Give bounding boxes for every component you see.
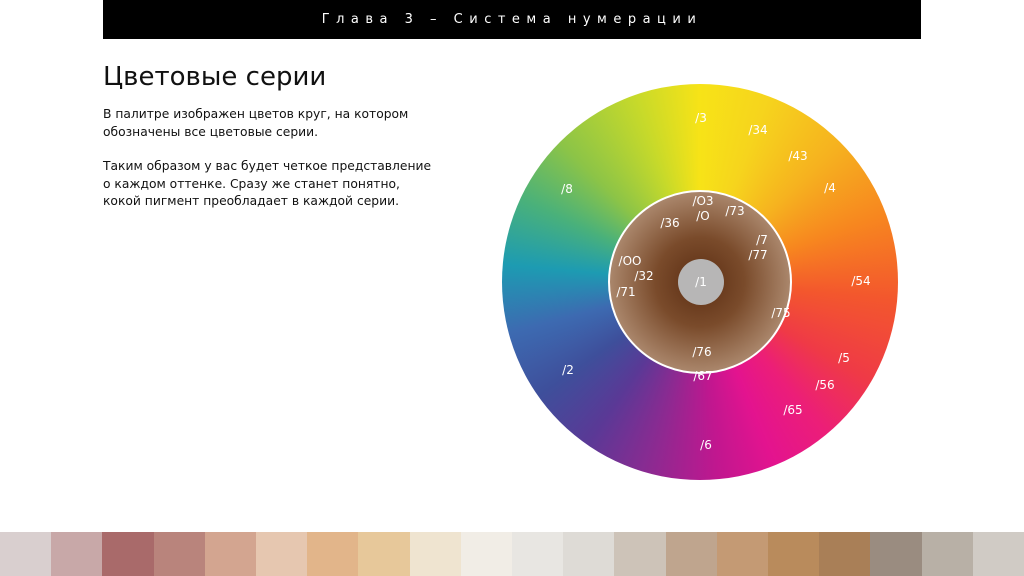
strip-tile	[102, 532, 154, 576]
series-label: /OO	[618, 254, 642, 268]
series-label: /2	[562, 363, 574, 377]
series-label: /71	[616, 285, 636, 299]
strip-tile	[358, 532, 410, 576]
strip-tile	[921, 532, 973, 576]
series-label: /54	[851, 274, 871, 288]
strip-tile	[460, 532, 513, 576]
series-label: /36	[660, 216, 680, 230]
strip-tile	[512, 532, 564, 576]
series-label: /O	[696, 209, 710, 223]
strip-tile	[307, 532, 359, 576]
color-wheel: /3 /34 /43 /4 /54 /5 /56 /65 /6 /2 /8 /O…	[0, 0, 1024, 576]
strip-tile	[972, 532, 1024, 576]
series-label: /77	[748, 248, 768, 262]
strip-tile	[256, 532, 308, 576]
series-label: /56	[815, 378, 835, 392]
series-label: /4	[824, 181, 836, 195]
strip-tile	[716, 532, 769, 576]
series-label: /O3	[692, 194, 714, 208]
strip-tile	[563, 532, 615, 576]
center-label: /1	[695, 275, 707, 289]
series-label: /6	[700, 438, 712, 452]
series-label: /73	[725, 204, 745, 218]
series-label: /5	[838, 351, 850, 365]
series-label: /8	[561, 182, 573, 196]
strip-tile	[51, 532, 103, 576]
image-strip	[0, 532, 1024, 576]
strip-tile	[0, 532, 52, 576]
series-label: /67	[693, 369, 713, 383]
series-label: /65	[783, 403, 803, 417]
strip-tile	[614, 532, 666, 576]
series-label: /7	[756, 233, 768, 247]
strip-tile	[768, 532, 820, 576]
series-label: /43	[788, 149, 808, 163]
series-label: /76	[692, 345, 712, 359]
strip-tile	[870, 532, 922, 576]
series-label: /75	[771, 306, 791, 320]
strip-tile	[204, 532, 257, 576]
strip-tile	[665, 532, 717, 576]
series-label: /34	[748, 123, 768, 137]
strip-tile	[819, 532, 871, 576]
strip-tile	[409, 532, 461, 576]
series-label: /3	[695, 111, 707, 125]
strip-tile	[153, 532, 205, 576]
series-label: /32	[634, 269, 654, 283]
